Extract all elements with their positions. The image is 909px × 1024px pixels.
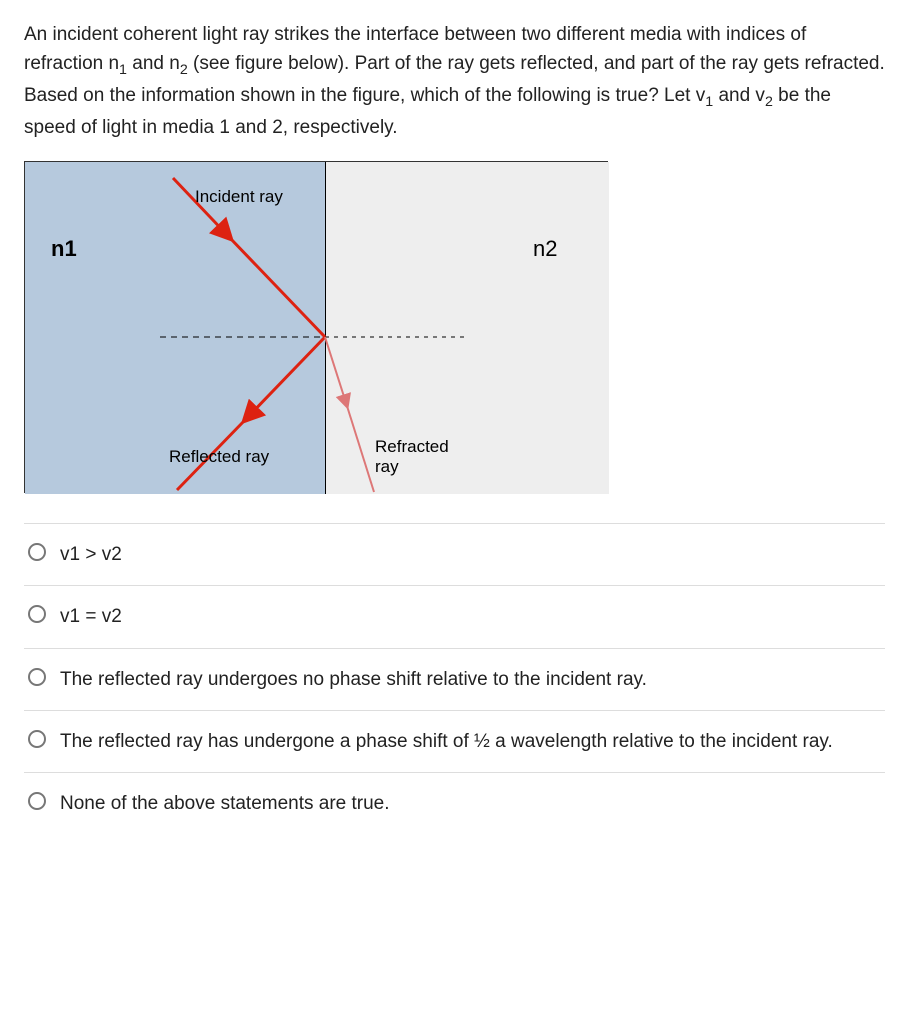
option-4[interactable]: The reflected ray has undergone a phase … [24,711,885,772]
q-sub: 1 [119,62,127,78]
radio-icon [28,730,46,748]
radio-icon [28,543,46,561]
radio-icon [28,605,46,623]
q-sub: 2 [180,62,188,78]
refraction-figure: n1 n2 Incident ray Reflected ray Refract… [24,161,608,493]
option-text: v1 = v2 [60,602,881,631]
radio-icon [28,668,46,686]
incident-ray-label: Incident ray [195,187,283,206]
q-sub: 2 [765,94,773,110]
option-1[interactable]: v1 > v2 [24,524,885,585]
n2-label: n2 [533,236,557,261]
radio-icon [28,792,46,810]
option-2[interactable]: v1 = v2 [24,586,885,647]
refracted-ray-label-2: ray [375,457,399,476]
q-sub: 1 [705,94,713,110]
q-part: and v [713,85,765,106]
option-5[interactable]: None of the above statements are true. [24,773,885,834]
option-text: The reflected ray undergoes no phase shi… [60,665,881,694]
option-text: The reflected ray has undergone a phase … [60,727,881,756]
q-part: and n [127,53,180,74]
n1-label: n1 [51,236,77,261]
reflected-ray-label: Reflected ray [169,447,270,466]
option-text: v1 > v2 [60,540,881,569]
option-text: None of the above statements are true. [60,789,881,818]
options-list: v1 > v2 v1 = v2 The reflected ray underg… [24,523,885,835]
question-text: An incident coherent light ray strikes t… [24,20,885,143]
option-3[interactable]: The reflected ray undergoes no phase shi… [24,649,885,710]
refracted-ray-label-1: Refracted [375,437,449,456]
